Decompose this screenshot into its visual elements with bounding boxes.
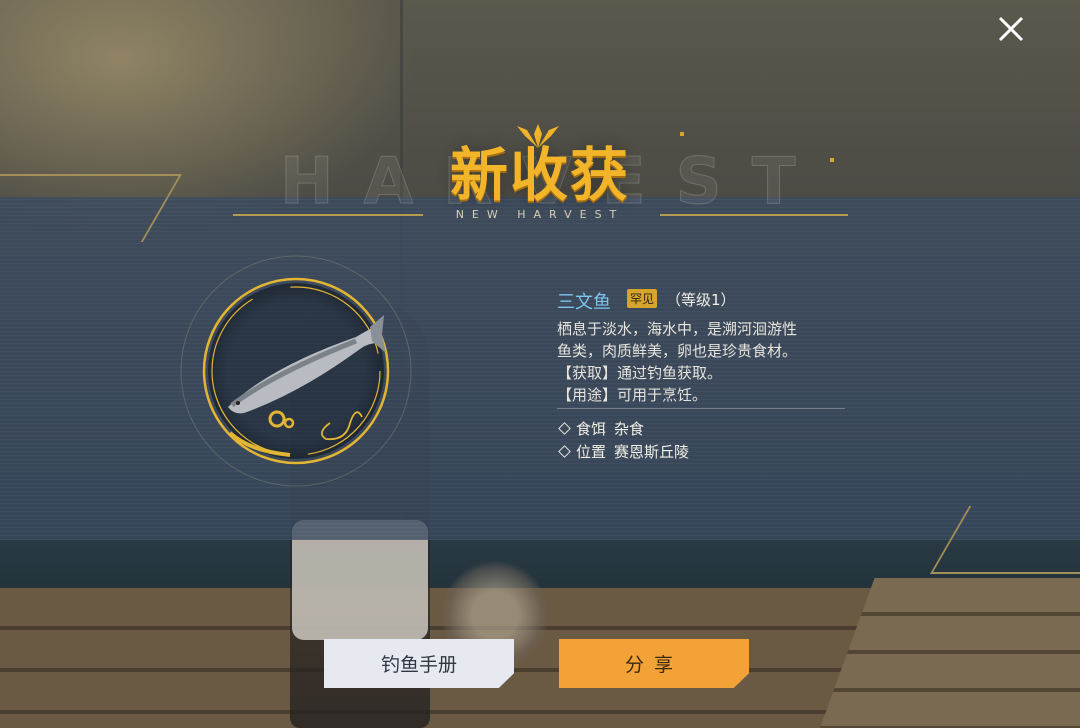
fish-name: 三文鱼 bbox=[557, 292, 611, 313]
page-subtitle: NEW HARVEST bbox=[455, 208, 625, 221]
description-line: 【获取】通过钓鱼获取。 bbox=[557, 364, 723, 382]
salmon-icon bbox=[180, 255, 412, 487]
harvest-panel bbox=[0, 197, 1080, 540]
diamond-bullet-icon bbox=[558, 445, 571, 458]
attribute-value: 杂食 bbox=[614, 420, 645, 438]
page-title: 新收获 bbox=[449, 141, 630, 209]
close-icon[interactable] bbox=[996, 14, 1026, 44]
divider bbox=[557, 408, 845, 409]
diamond-bullet-icon bbox=[558, 422, 571, 435]
attribute-location: 位置 赛恩斯丘陵 bbox=[557, 441, 689, 462]
rarity-badge: 罕见 bbox=[627, 289, 658, 308]
attribute-value: 赛恩斯丘陵 bbox=[614, 443, 690, 461]
description-line: 【用途】可用于烹饪。 bbox=[557, 386, 708, 404]
fishing-manual-button[interactable]: 钓鱼手册 bbox=[324, 639, 514, 688]
fish-description: 栖息于淡水，海水中，是溯河洄游性 鱼类，肉质鲜美，卵也是珍贵食材。 【获取】通过… bbox=[557, 318, 857, 406]
share-button[interactable]: 分享 bbox=[559, 639, 749, 688]
description-line: 鱼类，肉质鲜美，卵也是珍贵食材。 bbox=[557, 342, 798, 360]
attribute-key: 位置 bbox=[576, 443, 607, 461]
decor-dot bbox=[680, 132, 684, 136]
description-line: 栖息于淡水，海水中，是溯河洄游性 bbox=[557, 320, 798, 338]
attribute-key: 食饵 bbox=[576, 420, 607, 438]
attribute-bait: 食饵 杂食 bbox=[557, 418, 644, 439]
decor-dot bbox=[830, 158, 834, 162]
fish-level: （等级1） bbox=[666, 291, 736, 309]
